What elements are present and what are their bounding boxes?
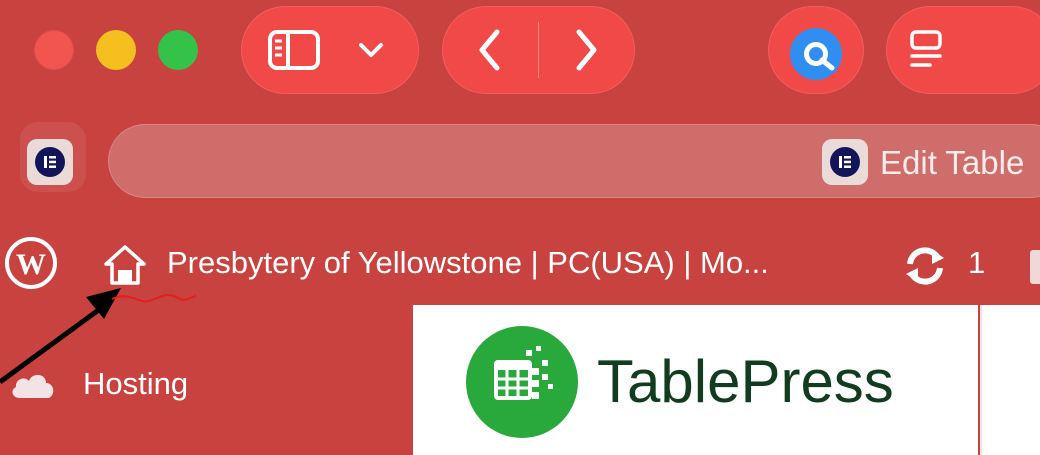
- reader-icon[interactable]: [908, 28, 944, 72]
- updates-count[interactable]: 1: [968, 243, 985, 283]
- admin-bar-next-item[interactable]: [1030, 250, 1040, 284]
- chevron-down-icon[interactable]: [356, 36, 386, 64]
- tablepress-logo-icon: [466, 326, 578, 438]
- minimize-window-button[interactable]: [96, 30, 136, 70]
- svg-text:W: W: [16, 248, 46, 281]
- chevron-left-icon: [479, 29, 500, 71]
- zoom-window-button[interactable]: [158, 30, 198, 70]
- home-icon[interactable]: [104, 244, 146, 286]
- close-window-button[interactable]: [34, 30, 74, 70]
- wordpress-icon[interactable]: W: [4, 236, 58, 290]
- nav-divider: [538, 22, 539, 78]
- chevron-right-icon: [576, 29, 597, 71]
- tab-title[interactable]: Edit Table: [880, 141, 1024, 185]
- back-button[interactable]: [470, 24, 510, 76]
- browser-window: Edit Table W Presbytery of Yellowstone |…: [0, 0, 1040, 455]
- cloud-icon: [8, 366, 58, 402]
- circle-app-icon[interactable]: [788, 26, 844, 82]
- tablepress-wordmark: TablePress: [597, 348, 894, 415]
- site-title-link[interactable]: Presbytery of Yellowstone | PC(USA) | Mo…: [167, 243, 769, 283]
- menu-item-hosting[interactable]: Hosting: [83, 364, 188, 404]
- refresh-icon[interactable]: [902, 246, 948, 286]
- tab-favicon-elementor-icon: [822, 139, 868, 185]
- content-right-panel: [980, 305, 1040, 455]
- elementor-icon[interactable]: [27, 139, 73, 185]
- forward-button[interactable]: [566, 24, 606, 76]
- sidebar-icon[interactable]: [266, 28, 322, 72]
